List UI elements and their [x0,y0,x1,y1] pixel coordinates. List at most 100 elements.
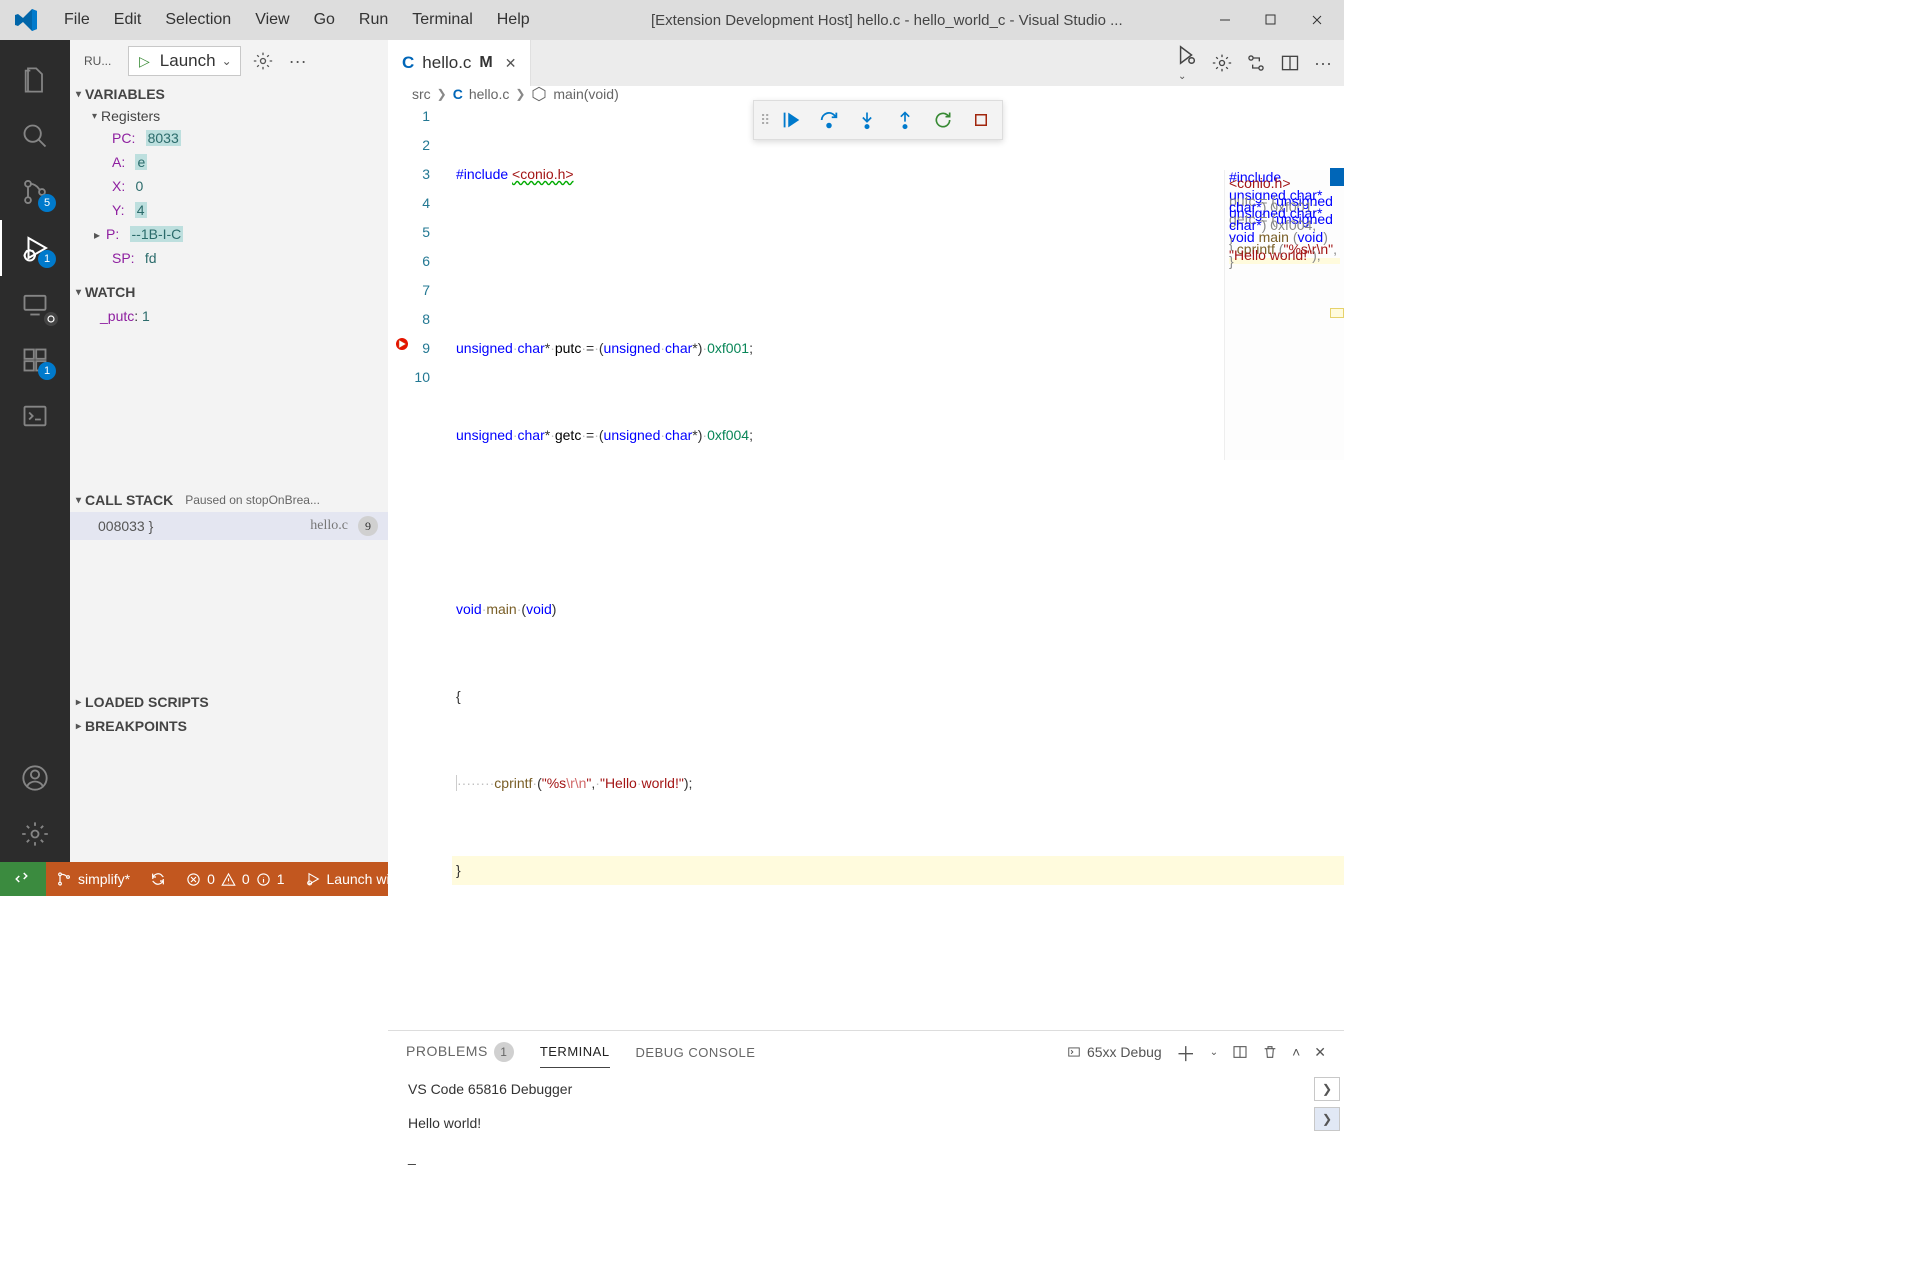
activity-remote-icon[interactable] [0,276,70,332]
menu-edit[interactable]: Edit [102,7,154,33]
variables-label: VARIABLES [85,86,165,102]
menu-go[interactable]: Go [302,7,347,33]
activity-debug-icon[interactable]: 1 [0,220,70,276]
more-editor-actions-icon[interactable]: ··· [1314,53,1332,74]
menu-selection[interactable]: Selection [153,7,243,33]
tab-hello-c[interactable]: C hello.c M ✕ [388,40,531,86]
tab-close-icon[interactable]: ✕ [505,55,517,72]
callstack-frame[interactable]: 008033 } hello.c 9 [70,512,388,540]
register-x[interactable]: X: 0 [70,174,388,198]
activity-account-icon[interactable] [0,750,70,806]
sidebar-title: RU... [84,54,122,68]
drag-handle-icon[interactable]: ⠿ [760,112,768,129]
breadcrumb-function[interactable]: main(void) [553,86,618,102]
run-and-debug-sidebar: RU... ▷ Launch ⌄ ··· ▾VARIABLES ▾Registe… [70,40,388,862]
remote-indicator[interactable] [0,862,46,896]
configure-gear-icon[interactable] [247,51,279,71]
menu-run[interactable]: Run [347,7,400,33]
menu-help[interactable]: Help [485,7,542,33]
watch-section[interactable]: ▾WATCH [70,280,388,304]
activity-scm-icon[interactable]: 5 [0,164,70,220]
register-p[interactable]: ▸P: --1B-I-C [70,222,388,246]
register-a[interactable]: A: e [70,150,388,174]
variables-section[interactable]: ▾VARIABLES [70,82,388,106]
launch-config-selector[interactable]: ▷ Launch ⌄ [128,46,241,76]
code-editor[interactable]: 12345678910 #include <conio.h> unsigned·… [388,102,1344,1030]
activity-bar: 5 1 1 [0,40,70,862]
callstack-label: CALL STACK [85,492,173,508]
panel-tab-terminal[interactable]: TERMINAL [540,1036,610,1068]
activity-console-icon[interactable] [0,388,70,444]
frame-file: hello.c [310,518,348,534]
registers-node[interactable]: ▾Registers [70,106,388,126]
tab-filename: hello.c [422,53,471,73]
panel-maximize-icon[interactable]: ˄ [1292,1044,1300,1060]
terminal-output[interactable]: VS Code 65816 Debugger Hello world! _ ❯ … [388,1073,1344,1173]
activity-search-icon[interactable] [0,108,70,164]
register-y[interactable]: Y: 4 [70,198,388,222]
debug-step-into-icon[interactable] [852,105,882,135]
callstack-section[interactable]: ▾CALL STACKPaused on stopOnBrea... [70,488,388,512]
panel-tab-problems[interactable]: PROBLEMS1 [406,1034,514,1070]
terminal-profile-selector[interactable]: 65xx Debug [1067,1044,1162,1060]
breakpoints-section[interactable]: ▸BREAKPOINTS [70,714,388,738]
c-file-icon: C [402,53,414,73]
split-editor-icon[interactable] [1280,53,1300,73]
diff-compare-icon[interactable] [1246,53,1266,73]
split-terminal-icon[interactable] [1232,1044,1248,1060]
breakpoints-label: BREAKPOINTS [85,718,187,734]
debug-step-over-icon[interactable] [814,105,844,135]
status-branch[interactable]: simplify* [46,862,140,896]
function-box-icon [531,86,547,102]
editor-settings-icon[interactable] [1212,53,1232,73]
terminal-dropdown-icon[interactable]: ⌄ [1210,1047,1218,1058]
more-actions-icon[interactable]: ··· [285,51,311,72]
remote-status-icon [44,312,58,326]
terminal-group-1[interactable]: ❯ [1314,1077,1340,1101]
activity-extensions-icon[interactable]: 1 [0,332,70,388]
debug-restart-icon[interactable] [928,105,958,135]
ext-badge: 1 [38,362,56,380]
panel-close-icon[interactable]: ✕ [1314,1044,1326,1061]
debug-toolbar[interactable]: ⠿ [753,100,1003,140]
debug-step-out-icon[interactable] [890,105,920,135]
menu-terminal[interactable]: Terminal [400,7,484,33]
terminal-line: VS Code 65816 Debugger [408,1081,1324,1097]
loaded-scripts-section[interactable]: ▸LOADED SCRIPTS [70,690,388,714]
chevron-down-icon[interactable]: ⌄ [220,54,240,68]
overview-ruler-current [1330,308,1344,318]
window-title: [Extension Development Host] hello.c - h… [542,12,1202,29]
debug-continue-icon[interactable] [776,105,806,135]
c-file-icon: C [453,86,463,102]
debug-start-dropdown-icon[interactable]: ⌄ [1176,44,1198,82]
scm-badge: 5 [38,194,56,212]
vscode-logo-icon [14,8,38,32]
kill-terminal-icon[interactable] [1262,1044,1278,1060]
editor-tab-row: C hello.c M ✕ ⌄ ··· [388,40,1344,86]
minimap[interactable]: #include <conio.h> unsigned char* putc =… [1224,170,1344,460]
menu-view[interactable]: View [243,7,301,33]
frame-location: 008033 } [98,518,153,534]
new-terminal-icon[interactable]: ＋ [1176,1038,1196,1067]
terminal-line: Hello world! [408,1115,1324,1131]
register-sp[interactable]: SP: fd [70,246,388,270]
window-minimize[interactable] [1202,0,1248,40]
activity-explorer-icon[interactable] [0,52,70,108]
panel-tab-debug-console[interactable]: DEBUG CONSOLE [636,1037,756,1068]
breadcrumb-src[interactable]: src [412,86,431,102]
breakpoint-current-icon[interactable] [394,336,410,352]
activity-settings-icon[interactable] [0,806,70,862]
debug-stop-icon[interactable] [966,105,996,135]
terminal-group-2[interactable]: ❯ [1314,1107,1340,1131]
window-maximize[interactable] [1248,0,1294,40]
status-sync[interactable] [140,862,176,896]
start-debug-icon[interactable]: ▷ [129,53,156,70]
overview-ruler-top [1330,168,1344,186]
line-gutter: 12345678910 [388,102,452,1030]
register-pc[interactable]: PC: 8033 [70,126,388,150]
window-close[interactable] [1294,0,1340,40]
watch-item[interactable]: _putc: 1 [70,304,388,328]
status-problems[interactable]: 0 0 1 [176,862,294,896]
menu-file[interactable]: File [52,7,102,33]
breadcrumb-file[interactable]: hello.c [469,86,509,102]
